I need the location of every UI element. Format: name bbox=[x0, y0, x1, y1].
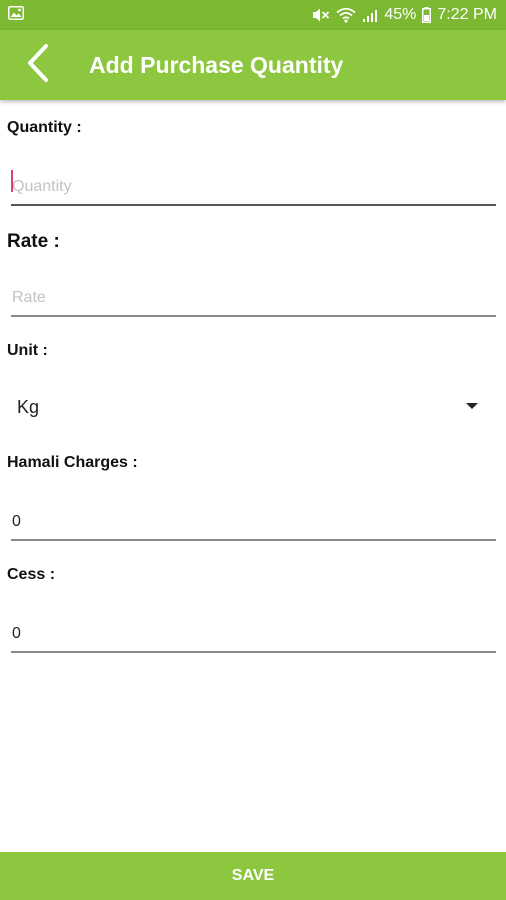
page-title: Add Purchase Quantity bbox=[89, 52, 344, 78]
hamali-charges-label: Hamali Charges : bbox=[7, 454, 138, 471]
chevron-left-icon bbox=[26, 43, 50, 88]
image-icon bbox=[8, 6, 24, 20]
battery-percent: 45% bbox=[384, 6, 417, 23]
quantity-input[interactable] bbox=[11, 170, 496, 206]
cess-input[interactable] bbox=[11, 617, 496, 653]
battery-icon bbox=[422, 7, 432, 23]
status-bar: 45% 7:22 PM bbox=[0, 0, 506, 30]
rate-input[interactable] bbox=[11, 281, 496, 317]
back-button[interactable] bbox=[18, 43, 58, 88]
hamali-charges-input[interactable] bbox=[11, 505, 496, 541]
unit-label: Unit : bbox=[7, 342, 48, 359]
quantity-label: Quantity : bbox=[7, 119, 82, 136]
unit-dropdown[interactable]: Kg bbox=[11, 388, 496, 428]
save-button[interactable]: SAVE bbox=[0, 852, 506, 900]
cess-label: Cess : bbox=[7, 566, 56, 583]
text-cursor bbox=[11, 170, 13, 192]
app-bar: Add Purchase Quantity bbox=[0, 30, 506, 100]
wifi-icon bbox=[336, 7, 356, 23]
unit-selected-value: Kg bbox=[17, 397, 40, 417]
dropdown-arrow-icon bbox=[466, 403, 478, 409]
signal-icon bbox=[362, 8, 378, 23]
mute-icon bbox=[312, 7, 330, 23]
clock: 7:22 PM bbox=[437, 6, 497, 23]
rate-label: Rate : bbox=[7, 231, 60, 252]
